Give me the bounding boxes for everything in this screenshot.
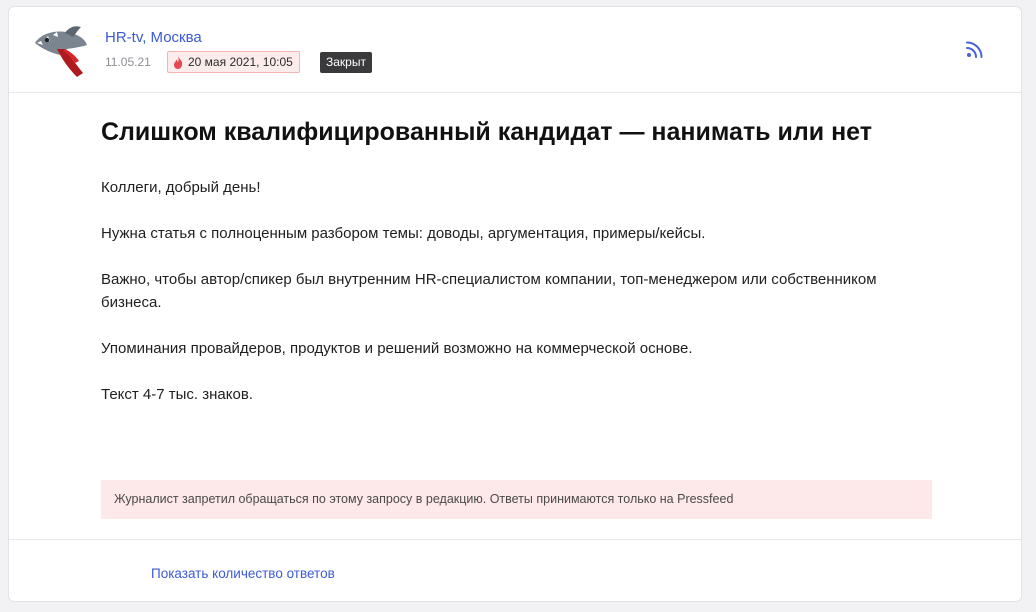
post-date: 11.05.21 <box>105 55 151 69</box>
article-title: Слишком квалифицированный кандидат — нан… <box>101 118 872 146</box>
show-replies-count-link[interactable]: Показать количество ответов <box>151 566 335 581</box>
status-badge: Закрыт <box>320 52 372 73</box>
article-paragraph: Коллеги, добрый день! <box>101 179 261 196</box>
deadline-badge: 20 мая 2021, 10:05 <box>167 51 300 73</box>
restriction-notice: Журналист запретил обращаться по этому з… <box>101 480 932 519</box>
article-body: Коллеги, добрый день! Нужна статья с пол… <box>101 176 941 406</box>
card-header: HR-tv, Москва 11.05.21 20 мая 2021, 10:0… <box>9 7 1021 93</box>
article-paragraph: Нужна статья с полноценным разбором темы… <box>101 225 706 242</box>
source-link[interactable]: HR-tv, Москва <box>105 29 202 46</box>
article-paragraph: Важно, чтобы автор/спикер был внутренним… <box>101 271 877 311</box>
article-paragraph: Текст 4-7 тыс. знаков. <box>101 386 253 403</box>
article-content: Слишком квалифицированный кандидат — нан… <box>101 115 941 429</box>
avatar[interactable] <box>31 21 89 79</box>
article-paragraph: Упоминания провайдеров, продуктов и реше… <box>101 340 693 357</box>
fire-icon <box>174 55 183 69</box>
request-card: HR-tv, Москва 11.05.21 20 мая 2021, 10:0… <box>8 6 1022 602</box>
deadline-date: 20 мая 2021, 10:05 <box>188 55 293 69</box>
card-footer: Показать количество ответов <box>9 539 1021 602</box>
rss-icon[interactable] <box>965 39 985 59</box>
